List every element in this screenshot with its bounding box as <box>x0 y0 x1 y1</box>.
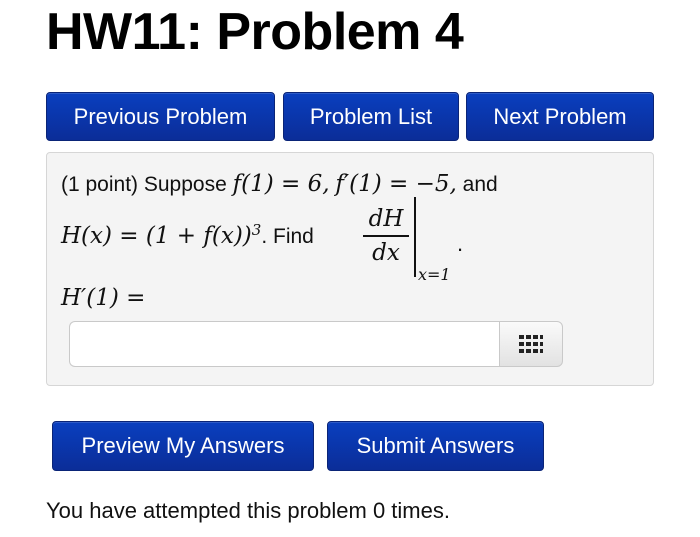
page-title: HW11: Problem 4 <box>46 3 464 61</box>
evaluation-bar <box>414 197 416 277</box>
answer-prompt: H′(1) = <box>61 285 146 311</box>
period-text: . <box>457 231 464 256</box>
derivative-numerator: dH <box>368 206 404 232</box>
problem-list-button[interactable]: Problem List <box>283 92 459 141</box>
problem-statement-line-2: H(x) = (1 + f(x))3. Find <box>61 221 314 249</box>
answer-input[interactable] <box>69 321 499 367</box>
fraction-bar <box>363 235 409 237</box>
condition-fprime: f′(1) = −5, <box>335 171 457 197</box>
derivative-fraction: dH dx <box>363 205 409 267</box>
find-text: . Find <box>261 225 314 248</box>
definition-h: H(x) = (1 + f(x)) <box>61 223 252 249</box>
attempts-status: You have attempted this problem 0 times. <box>46 498 450 523</box>
preview-answers-button[interactable]: Preview My Answers <box>52 421 314 471</box>
evaluation-point: x=1 <box>418 265 451 284</box>
condition-f: f(1) = 6, <box>232 171 330 197</box>
derivative-denominator: dx <box>372 240 400 266</box>
equation-palette-button[interactable] <box>499 321 563 367</box>
points-text: (1 point) Suppose <box>61 173 233 196</box>
problem-statement-line-1: (1 point) Suppose f(1) = 6, f′(1) = −5, … <box>61 171 498 197</box>
and-text: and <box>462 173 498 196</box>
next-problem-button[interactable]: Next Problem <box>466 92 654 141</box>
grid-keypad-icon <box>519 335 543 353</box>
submit-answers-button[interactable]: Submit Answers <box>327 421 544 471</box>
exponent: 3 <box>251 221 262 239</box>
previous-problem-button[interactable]: Previous Problem <box>46 92 275 141</box>
problem-panel: (1 point) Suppose f(1) = 6, f′(1) = −5, … <box>46 152 654 386</box>
